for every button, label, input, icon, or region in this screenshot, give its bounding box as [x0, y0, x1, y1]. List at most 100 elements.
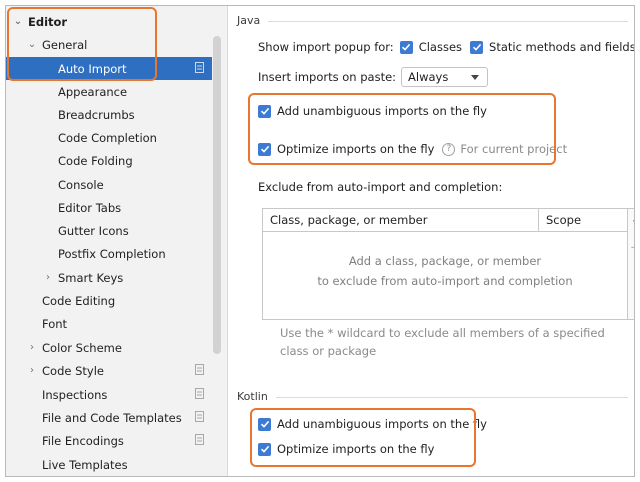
tree-item-label: Gutter Icons	[58, 223, 129, 238]
tree-item-code-completion[interactable]: Code Completion	[6, 126, 212, 149]
optimize-checkbox[interactable]	[258, 142, 271, 156]
classes-checkbox[interactable]	[399, 40, 413, 54]
project-scope-hint: ? For current project	[442, 142, 567, 156]
checkmark-icon	[260, 445, 269, 453]
for-current-project-label: For current project	[460, 142, 568, 156]
kotlin-add-unambiguous-checkbox[interactable]	[258, 417, 271, 431]
kotlin-optimize-checkbox[interactable]	[258, 442, 271, 456]
tree-item-label: Code Editing	[42, 293, 116, 308]
tree-item-label: Code Folding	[58, 153, 133, 168]
tree-item-label: File Encodings	[42, 433, 124, 448]
tree-item-postfix-completion[interactable]: Postfix Completion	[6, 242, 212, 265]
tree-item-label: Breadcrumbs	[58, 107, 135, 122]
kotlin-optimize-row: Optimize imports on the fly	[258, 442, 434, 456]
tree-item-label: Smart Keys	[58, 270, 124, 285]
tree-item-font[interactable]: Font	[6, 312, 212, 335]
tree-item-file-encodings[interactable]: File Encodings	[6, 429, 212, 452]
tree-item-label: Console	[58, 177, 104, 192]
sidebar-scrollbar[interactable]	[213, 36, 221, 354]
checkmark-icon	[260, 420, 269, 428]
project-scope-icon	[195, 411, 204, 422]
remove-icon[interactable]: —	[628, 237, 635, 256]
classes-label: Classes	[418, 40, 463, 54]
tree-item-label: General	[42, 37, 88, 52]
add-icon[interactable]: +	[628, 211, 634, 230]
tree-item-label: Live Templates	[42, 457, 128, 472]
tree-item-live-templates[interactable]: Live Templates	[6, 453, 212, 476]
tree-item-code-folding[interactable]: Code Folding	[6, 149, 212, 172]
static-methods-checkbox[interactable]	[470, 40, 484, 54]
dropdown-arrow-icon	[471, 74, 480, 80]
exclude-table: Class, package, or member Scope Add a cl…	[262, 208, 628, 320]
checkmark-icon	[402, 43, 411, 51]
tree-item-label: Code Style	[42, 363, 104, 378]
empty-line-1: Add a class, package, or member	[348, 254, 542, 268]
java-section-title: Java	[237, 14, 261, 27]
add-unambiguous-row: Add unambiguous imports on the fly	[258, 104, 487, 118]
add-unambiguous-checkbox[interactable]	[258, 104, 271, 118]
tree-item-label: Font	[42, 316, 68, 331]
tree-item-editor[interactable]: ⌄ Editor	[6, 10, 212, 33]
table-toolbar: + —	[628, 208, 635, 320]
import-popup-row: Show import popup for: Classes Static me…	[258, 40, 635, 54]
insert-imports-select[interactable]: Always	[401, 67, 489, 87]
chevron-right-icon: ›	[30, 342, 34, 353]
project-scope-icon	[195, 364, 204, 375]
optimize-row: Optimize imports on the fly ? For curren…	[258, 142, 567, 156]
project-scope-icon	[195, 388, 204, 399]
column-header-scope[interactable]: Scope	[539, 209, 627, 232]
optimize-label: Optimize imports on the fly	[277, 142, 435, 156]
settings-window: ⌄ Editor ⌄ General Auto Import Appearanc…	[5, 5, 635, 477]
divider	[276, 397, 628, 398]
tree-item-label: Inspections	[42, 387, 108, 402]
tree-item-appearance[interactable]: Appearance	[6, 80, 212, 103]
tree-item-gutter-icons[interactable]: Gutter Icons	[6, 219, 212, 242]
divider	[268, 21, 628, 22]
tree-item-code-style[interactable]: › Code Style	[6, 359, 212, 382]
tree-item-inspections[interactable]: Inspections	[6, 383, 212, 406]
tree-item-code-editing[interactable]: Code Editing	[6, 289, 212, 312]
insert-imports-row: Insert imports on paste: Always	[258, 67, 489, 87]
add-unambiguous-label: Add unambiguous imports on the fly	[277, 104, 487, 118]
tree-item-label: Editor Tabs	[58, 200, 122, 215]
checkmark-icon	[472, 43, 481, 51]
tree-item-editor-tabs[interactable]: Editor Tabs	[6, 196, 212, 219]
tree-item-auto-import[interactable]: Auto Import	[6, 57, 212, 80]
help-icon[interactable]: ?	[442, 142, 456, 156]
tree-item-label: Editor	[28, 14, 68, 29]
kotlin-optimize-label: Optimize imports on the fly	[277, 442, 435, 456]
tree-item-console[interactable]: Console	[6, 173, 212, 196]
chevron-right-icon: ›	[30, 365, 34, 376]
tree-item-label: Appearance	[58, 84, 128, 99]
insert-imports-value: Always	[408, 70, 449, 84]
tree-item-label: Color Scheme	[42, 340, 122, 355]
static-methods-label: Static methods and fields	[489, 40, 635, 54]
chevron-down-icon: ⌄	[27, 39, 37, 50]
tree-item-label: Code Completion	[58, 130, 157, 145]
import-popup-label: Show import popup for:	[258, 40, 394, 54]
project-scope-icon	[195, 434, 204, 445]
kotlin-section-title: Kotlin	[237, 390, 268, 403]
tree-item-color-scheme[interactable]: › Color Scheme	[6, 336, 212, 359]
wildcard-note: Use the * wildcard to exclude all member…	[280, 326, 605, 358]
tree-item-file-code-templates[interactable]: File and Code Templates	[6, 406, 212, 429]
checkmark-icon	[260, 145, 269, 153]
settings-sidebar: ⌄ Editor ⌄ General Auto Import Appearanc…	[6, 6, 228, 476]
tree-item-smart-keys[interactable]: › Smart Keys	[6, 266, 212, 289]
tree-item-general[interactable]: ⌄ General	[6, 33, 212, 56]
chevron-right-icon: ›	[46, 272, 50, 283]
exclude-label: Exclude from auto-import and completion:	[258, 180, 503, 194]
insert-imports-label: Insert imports on paste:	[258, 70, 397, 84]
tree-item-label: Auto Import	[58, 61, 127, 76]
checkmark-icon	[260, 107, 269, 115]
tree-item-label: Postfix Completion	[58, 246, 166, 261]
empty-line-2: to exclude from auto-import and completi…	[317, 274, 573, 288]
project-scope-icon	[195, 62, 204, 73]
tree-item-breadcrumbs[interactable]: Breadcrumbs	[6, 103, 212, 126]
kotlin-add-unambiguous-row: Add unambiguous imports on the fly	[258, 417, 487, 431]
column-header-member[interactable]: Class, package, or member	[263, 209, 539, 232]
kotlin-add-unambiguous-label: Add unambiguous imports on the fly	[277, 417, 487, 431]
auto-import-panel: Java Show import popup for: Classes Stat…	[228, 6, 634, 476]
chevron-down-icon: ⌄	[13, 16, 23, 27]
empty-table-text: Add a class, package, or member to exclu…	[263, 251, 627, 291]
